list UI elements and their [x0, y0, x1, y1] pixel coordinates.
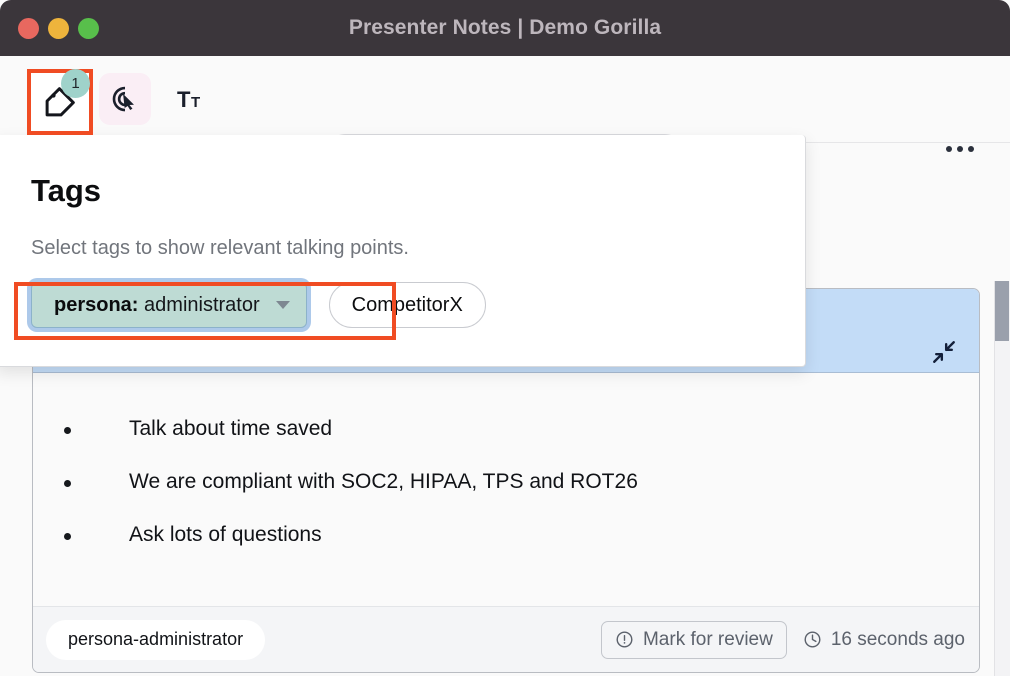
collapse-arrows-icon[interactable]	[931, 339, 957, 365]
text-size-button[interactable]: T T	[166, 73, 218, 125]
target-cursor-icon	[110, 84, 140, 114]
list-item: Ask lots of questions	[33, 523, 979, 547]
minimize-window-button[interactable]	[48, 18, 69, 39]
note-card-body: Talk about time saved We are compliant w…	[33, 373, 979, 608]
toolbar: T T Search...	[0, 56, 1010, 143]
more-horizontal-icon	[946, 146, 952, 152]
alert-circle-icon	[615, 630, 634, 649]
tags-count-badge: 1	[61, 69, 90, 98]
vertical-scrollbar-thumb[interactable]	[995, 281, 1009, 341]
tag-chip-competitorx[interactable]: CompetitorX	[329, 282, 486, 328]
overflow-menu-button[interactable]	[946, 146, 974, 152]
timestamp-label: 16 seconds ago	[831, 629, 965, 651]
tag-chip-value: administrator	[144, 294, 260, 316]
window-title: Presenter Notes | Demo Gorilla	[0, 16, 1010, 40]
mark-for-review-label: Mark for review	[643, 629, 773, 651]
list-item: Talk about time saved	[33, 417, 979, 441]
note-card-footer: persona-administrator Mark for review	[33, 606, 979, 672]
tags-panel-subtitle: Select tags to show relevant talking poi…	[31, 237, 409, 260]
spotlight-button[interactable]	[99, 73, 151, 125]
clock-icon	[803, 630, 822, 649]
tag-chip-list: persona: administrator CompetitorX	[31, 282, 486, 328]
more-horizontal-icon	[957, 146, 963, 152]
tag-chip-key: persona:	[54, 294, 138, 316]
chevron-down-icon[interactable]	[276, 301, 290, 309]
list-item: We are compliant with SOC2, HIPAA, TPS a…	[33, 470, 979, 494]
tag-chip-persona[interactable]: persona: administrator	[31, 282, 307, 328]
tags-panel-title: Tags	[31, 173, 101, 209]
talking-points-list: Talk about time saved We are compliant w…	[33, 417, 979, 547]
footer-actions: Mark for review 16 seconds ago	[601, 621, 965, 659]
mark-for-review-button[interactable]: Mark for review	[601, 621, 787, 659]
tags-dropdown-panel: Tags Select tags to show relevant talkin…	[0, 135, 806, 367]
more-horizontal-icon	[968, 146, 974, 152]
close-window-button[interactable]	[18, 18, 39, 39]
svg-text:T: T	[177, 87, 191, 112]
text-size-icon: T T	[177, 86, 207, 112]
note-tag-badge[interactable]: persona-administrator	[46, 620, 265, 660]
window-controls	[18, 18, 99, 39]
app-window: Presenter Notes | Demo Gorilla T T	[0, 0, 1010, 676]
maximize-window-button[interactable]	[78, 18, 99, 39]
tags-button[interactable]: 1	[27, 69, 93, 135]
title-bar: Presenter Notes | Demo Gorilla	[0, 0, 1010, 56]
svg-text:T: T	[191, 94, 200, 111]
note-timestamp: 16 seconds ago	[803, 629, 965, 651]
